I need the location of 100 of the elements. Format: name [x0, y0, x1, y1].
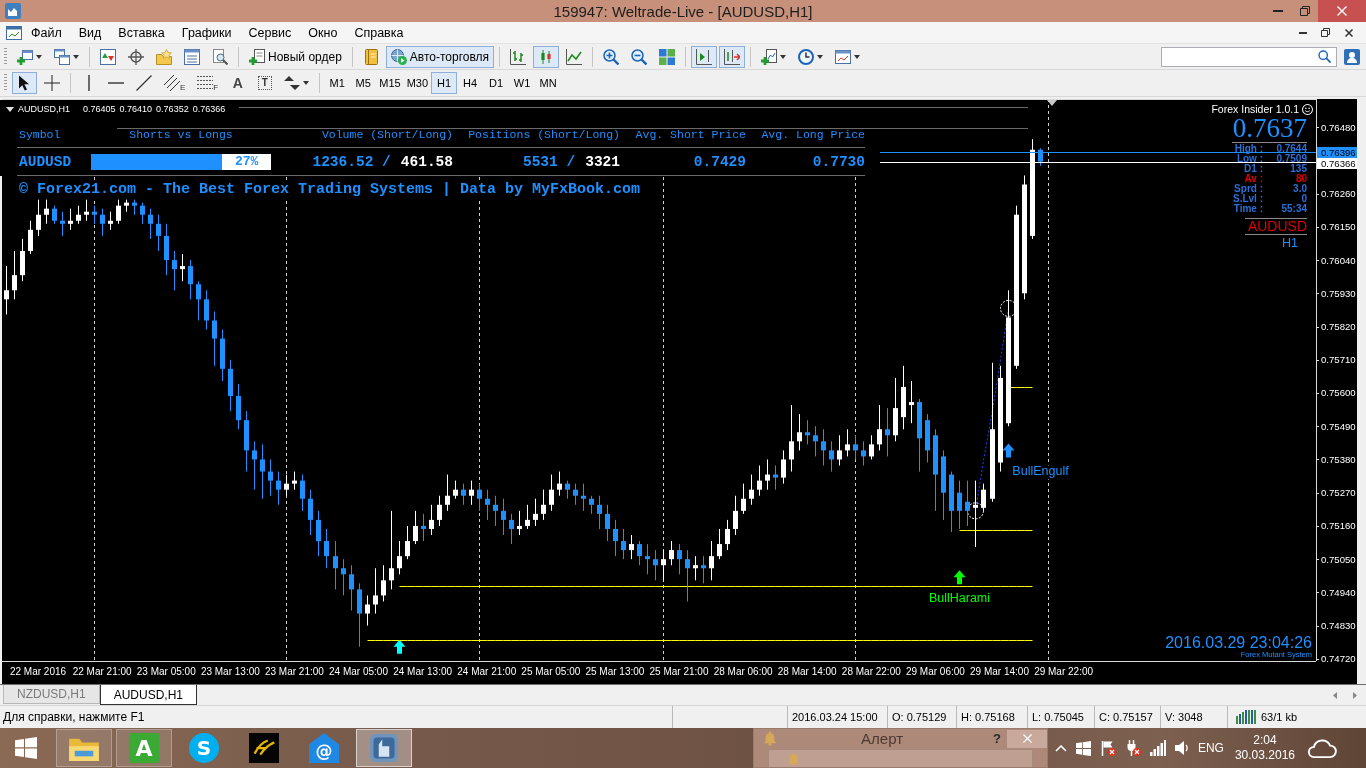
timeframe-button[interactable]: M15 — [376, 72, 404, 94]
long-value: 461.58 — [400, 153, 453, 170]
candlestick-chart-button[interactable] — [533, 45, 560, 68]
timeframe-button[interactable]: H1 — [431, 72, 458, 94]
candle — [661, 549, 666, 581]
chart-shift-button[interactable] — [691, 45, 718, 68]
flag-error-icon[interactable] — [1099, 740, 1116, 756]
current-price: 0.7637 — [1232, 115, 1307, 141]
candle — [12, 250, 17, 300]
menu-item[interactable]: Справка — [345, 25, 412, 40]
candle — [373, 567, 378, 615]
price-axis-label: 0.75820 — [1321, 321, 1356, 332]
candle — [973, 480, 978, 548]
search-field[interactable] — [1161, 46, 1337, 67]
info-label: S.Lvl : — [1233, 194, 1263, 204]
cloud-icon[interactable] — [1306, 737, 1338, 759]
time-axis-label: 29 Mar 22:00 — [1034, 666, 1094, 677]
candle — [693, 555, 698, 581]
candle — [885, 407, 890, 457]
caret-down-icon[interactable] — [6, 106, 14, 112]
fibonacci-tool-button[interactable]: F — [192, 72, 224, 94]
timeframe-button[interactable]: H4 — [457, 72, 484, 94]
candle — [268, 458, 273, 497]
candle — [941, 449, 946, 521]
auto-trading-button[interactable]: Авто-торговля — [385, 45, 495, 68]
candle — [845, 428, 850, 457]
menu-item[interactable]: Графики — [172, 25, 240, 40]
clock-date[interactable]: 30.03.2016 — [1234, 748, 1295, 763]
timeframe-button[interactable]: M30 — [403, 72, 432, 94]
timeframe-button[interactable]: M5 — [350, 72, 377, 94]
price-axis-label: 0.75270 — [1321, 487, 1356, 499]
taskbar-app[interactable] — [356, 729, 412, 767]
cursor-tool-button[interactable] — [12, 72, 37, 94]
candle — [765, 458, 770, 491]
new-order-button[interactable]: Новый ордер — [244, 45, 347, 68]
chart-tab[interactable]: AUDUSD,H1 — [99, 685, 198, 705]
candle — [324, 528, 329, 569]
time-axis-label: 24 Mar 21:00 — [457, 666, 517, 677]
time-axis-label: 22 Mar 2016 — [10, 666, 67, 677]
time-axis-label: 29 Mar 06:00 — [905, 666, 965, 677]
menu-item[interactable]: Сервис — [239, 25, 300, 40]
text-tool-button[interactable]: A — [225, 72, 251, 94]
language-indicator[interactable]: ENG — [1197, 741, 1224, 755]
minimize-icon — [1272, 10, 1283, 12]
smiley-icon — [1302, 104, 1313, 115]
four-panes-icon[interactable] — [1075, 740, 1091, 756]
letter-logo: @ — [309, 733, 339, 763]
candle — [252, 440, 257, 491]
info-label: D1 : — [1244, 164, 1263, 174]
minimize-icon — [1298, 31, 1307, 34]
info-value: 55:34 — [1280, 204, 1307, 214]
speaker-icon[interactable] — [1174, 740, 1189, 756]
candle — [725, 519, 730, 551]
toolbar-grip[interactable] — [4, 74, 7, 92]
symbol-name: AUDUSD — [1247, 219, 1307, 234]
menu-item[interactable]: Файл — [22, 25, 70, 40]
candle — [244, 410, 249, 473]
help-button[interactable]: ? — [987, 729, 1007, 748]
candle — [44, 199, 49, 225]
timeframe-button[interactable]: D1 — [483, 72, 510, 94]
timeframe-button[interactable]: MN — [535, 72, 562, 94]
stacked-windows-icon — [54, 48, 70, 65]
caret-left-icon — [1333, 691, 1337, 699]
menu-item[interactable]: Вставка — [109, 25, 173, 40]
channel-tool-button[interactable]: E — [159, 72, 191, 94]
candle — [741, 483, 746, 515]
candle — [76, 205, 81, 225]
candle — [501, 498, 506, 536]
menu-item[interactable]: Окно — [299, 25, 346, 40]
timeframe-button[interactable]: W1 — [509, 72, 536, 94]
clock-time[interactable]: 2:04 — [1253, 733, 1277, 748]
pattern-label: BullEngulf — [1012, 464, 1069, 479]
price-axis-label: 0.74720 — [1321, 653, 1356, 665]
indicator-title: Forex Insider 1.0.1 — [1211, 104, 1299, 115]
menu-item[interactable]: Вид — [69, 25, 110, 40]
chart-plus-icon — [761, 48, 778, 65]
timeframe-button[interactable]: M1 — [324, 72, 351, 94]
toolbar-grip[interactable] — [4, 47, 7, 66]
avg-price-value: 0.7429 — [693, 153, 746, 170]
candle — [357, 582, 362, 648]
candle — [557, 471, 562, 497]
timeframe-label: H1 — [1282, 236, 1298, 250]
price-axis-label: 0.75050 — [1321, 553, 1356, 565]
price-axis-label: 0.75600 — [1321, 387, 1356, 399]
signal-bars-icon[interactable] — [1149, 740, 1166, 756]
label-tool-button[interactable]: T — [252, 72, 278, 94]
triangle-marker-icon[interactable] — [1047, 100, 1057, 106]
taskbar-app[interactable]: @ — [296, 729, 352, 767]
time-axis-label: 23 Mar 13:00 — [200, 666, 260, 677]
time-axis-label: 24 Mar 13:00 — [393, 666, 453, 677]
candle — [84, 199, 89, 222]
candle — [757, 465, 762, 497]
candle — [292, 471, 297, 491]
chevron-up-icon[interactable] — [1054, 744, 1067, 752]
window-plus-icon — [17, 48, 33, 65]
price-axis-label: 0.76260 — [1321, 188, 1356, 200]
autoscroll-button[interactable] — [719, 45, 746, 68]
candle — [284, 474, 289, 497]
candle — [533, 498, 538, 527]
candle — [565, 480, 570, 500]
